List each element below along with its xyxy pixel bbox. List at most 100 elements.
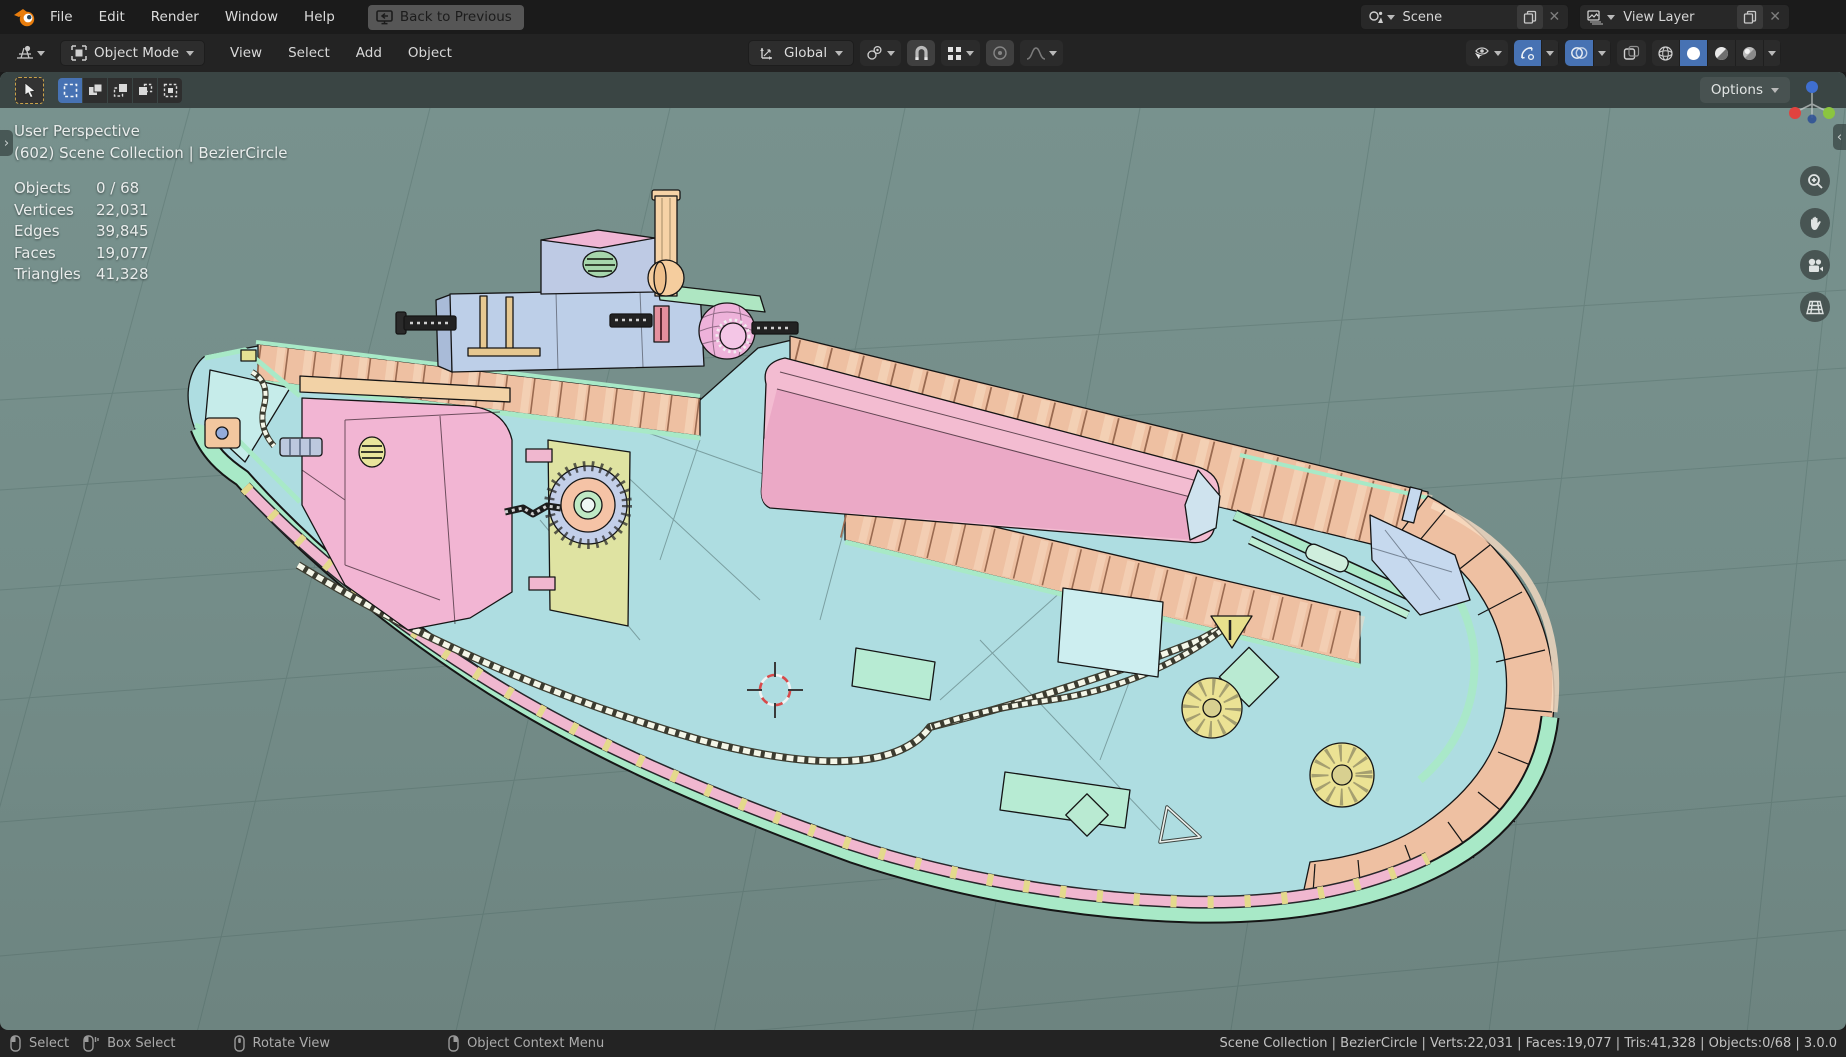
menu-select[interactable]: Select — [275, 45, 343, 61]
viewport-info-overlay: User Perspective (602) Scene Collection … — [14, 120, 287, 286]
select-mode-group — [58, 77, 182, 103]
camera-icon — [1808, 258, 1823, 272]
tool-settings-bar: Options — [0, 72, 1846, 108]
perspective-toggle-button[interactable] — [1800, 292, 1830, 322]
proportional-editing-icon — [993, 46, 1007, 60]
orientation-icon — [760, 48, 772, 60]
hint-box-select: Box Select — [83, 1035, 176, 1052]
tweak-tool-button[interactable] — [15, 76, 44, 104]
topbar: File Edit Render Window Help Back to Pre… — [0, 0, 1846, 34]
shading-wireframe-button[interactable] — [1652, 40, 1680, 66]
chevron-down-icon — [1494, 50, 1502, 56]
shading-solid-button[interactable] — [1680, 40, 1708, 66]
visibility-dropdown[interactable] — [1466, 40, 1508, 66]
scene-name[interactable]: Scene — [1399, 10, 1517, 25]
scene-statistics: Scene Collection | BezierCircle | Verts:… — [1219, 1036, 1837, 1051]
gizmo-icon — [1521, 47, 1535, 61]
menu-window[interactable]: Window — [212, 0, 291, 34]
pivot-point-dropdown[interactable] — [860, 40, 902, 66]
chevron-down-icon — [1607, 14, 1616, 20]
scene-icon — [1361, 10, 1387, 25]
chevron-down-icon — [835, 50, 844, 56]
grid-plane-icon — [1806, 300, 1824, 314]
unlink-scene-button[interactable]: ✕ — [1543, 9, 1569, 25]
select-mode-invert-button[interactable] — [133, 77, 157, 103]
menu-file[interactable]: File — [37, 0, 86, 34]
snap-target-dropdown[interactable] — [941, 40, 981, 66]
view-name: User Perspective — [14, 122, 140, 140]
stat-edges: Edges 39,845 — [14, 222, 149, 240]
menu-render[interactable]: Render — [138, 0, 212, 34]
view-layer-selector[interactable]: View Layer ✕ — [1579, 4, 1790, 30]
rendered-sphere-icon — [1743, 46, 1757, 60]
axis-y — [1823, 107, 1835, 119]
chevron-down-icon — [37, 50, 45, 56]
select-mode-subtract-button[interactable] — [108, 77, 132, 103]
scene-selector[interactable]: Scene ✕ — [1359, 4, 1570, 30]
select-mode-new-button[interactable] — [58, 77, 82, 103]
duplicate-scene-button[interactable] — [1516, 5, 1543, 29]
axis-z — [1806, 81, 1818, 93]
xray-icon — [1623, 45, 1640, 60]
chevron-down-icon — [887, 50, 896, 56]
left-panel-toggle[interactable]: › — [0, 130, 13, 156]
back-to-previous-button[interactable]: Back to Previous — [367, 4, 524, 30]
shading-material-button[interactable] — [1708, 40, 1736, 66]
wireframe-sphere-icon — [1658, 45, 1673, 61]
chevron-down-icon — [1771, 87, 1779, 93]
hint-select: Select — [10, 1035, 69, 1052]
show-gizmo-toggle[interactable] — [1514, 40, 1542, 66]
menu-object[interactable]: Object — [395, 45, 465, 61]
transform-orientation-dropdown[interactable]: Global — [748, 40, 855, 66]
viewport-header: Object Mode View Select Add Object Globa… — [0, 34, 1846, 72]
menu-edit[interactable]: Edit — [86, 0, 138, 34]
view-layer-icon — [1580, 9, 1607, 25]
camera-view-button[interactable] — [1800, 250, 1830, 280]
eye-cursor-icon — [1473, 47, 1489, 61]
proportional-editing-toggle[interactable] — [986, 40, 1015, 66]
solid-sphere-icon — [1687, 46, 1700, 60]
overlays-icon — [1571, 47, 1588, 59]
chevron-down-icon — [186, 50, 195, 56]
stat-faces: Faces 19,077 — [14, 243, 149, 262]
shading-rendered-button[interactable] — [1736, 40, 1764, 66]
mode-dropdown[interactable]: Object Mode — [60, 40, 206, 66]
view-layer-name[interactable]: View Layer — [1619, 10, 1737, 25]
select-mode-extend-button[interactable] — [83, 77, 107, 103]
overlays-options-dropdown[interactable] — [1594, 40, 1611, 66]
proportional-falloff-dropdown[interactable] — [1020, 40, 1064, 66]
sponson — [279, 375, 513, 631]
options-dropdown[interactable]: Options — [1699, 77, 1790, 103]
remove-view-layer-button[interactable]: ✕ — [1763, 9, 1789, 25]
transform-snap-cluster: Global — [748, 40, 1064, 66]
orientation-gizmo[interactable] — [1782, 76, 1838, 132]
hint-rotate-view: Rotate View — [233, 1035, 330, 1052]
falloff-curve-icon — [1026, 46, 1046, 60]
magnet-icon — [915, 45, 928, 60]
stat-objects: Objects 0 / 68 — [14, 179, 140, 197]
cursor-icon — [24, 82, 36, 98]
pan-button[interactable] — [1800, 208, 1830, 238]
hand-icon — [1810, 216, 1821, 230]
menu-add[interactable]: Add — [343, 45, 395, 61]
menu-view[interactable]: View — [217, 45, 275, 61]
display-toggles-cluster — [1466, 40, 1781, 66]
menu-help[interactable]: Help — [291, 0, 348, 34]
shading-options-dropdown[interactable] — [1764, 40, 1781, 66]
chevron-down-icon — [1386, 14, 1395, 20]
select-mode-intersect-button[interactable] — [158, 77, 182, 103]
snap-toggle[interactable] — [907, 40, 936, 66]
chevron-down-icon — [966, 50, 975, 56]
show-overlays-toggle[interactable] — [1565, 40, 1594, 66]
mmb-icon — [233, 1035, 245, 1052]
duplicate-view-layer-button[interactable] — [1737, 5, 1764, 29]
screen-back-icon — [376, 9, 393, 24]
viewport-3d[interactable]: Options User Perspective (602) Scene Col… — [0, 72, 1846, 1030]
chevron-down-icon — [1049, 50, 1058, 56]
xray-toggle[interactable] — [1617, 40, 1646, 66]
gizmo-options-dropdown[interactable] — [1542, 40, 1559, 66]
active-object-breadcrumb: (602) Scene Collection | BezierCircle — [14, 144, 288, 162]
axis-x — [1789, 107, 1801, 119]
zoom-button[interactable] — [1800, 166, 1830, 196]
editor-type-button[interactable] — [10, 41, 50, 65]
